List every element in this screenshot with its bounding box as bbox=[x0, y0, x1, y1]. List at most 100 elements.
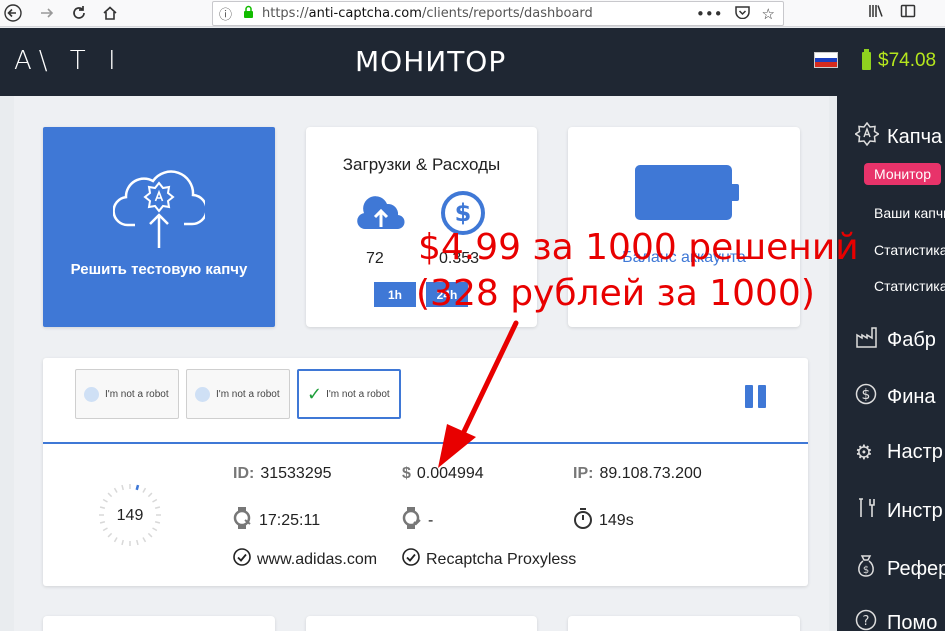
task-start-time-value: 17:25:11 bbox=[259, 511, 321, 529]
sidebar-item-referral[interactable]: $ Рефер bbox=[855, 554, 945, 584]
solve-test-captcha-card[interactable]: Решить тестовую капчу bbox=[43, 127, 275, 327]
sidebar-item-label: Капча bbox=[887, 125, 943, 148]
timer-tick bbox=[152, 498, 158, 503]
sidebar-item-label: Помо bbox=[887, 611, 938, 631]
task-ip: IP: 89.108.73.200 bbox=[573, 465, 702, 483]
task-domain-value: www.adidas.com bbox=[257, 550, 378, 568]
divider bbox=[43, 442, 808, 444]
cloud-upload-icon bbox=[356, 195, 406, 236]
captcha-option-label: I'm not a robot bbox=[326, 388, 390, 400]
annotation-line-2: (328 рублей за 1000) bbox=[416, 273, 815, 314]
lock-icon[interactable] bbox=[243, 5, 254, 22]
watch-end-icon bbox=[402, 507, 422, 534]
task-domain: www.adidas.com bbox=[233, 548, 377, 571]
timer-tick bbox=[102, 498, 108, 503]
sidebar-toggle-icon[interactable] bbox=[900, 3, 916, 22]
sidebar-item-captcha[interactable]: Капча bbox=[854, 121, 943, 152]
pause-button[interactable] bbox=[745, 385, 767, 408]
more-icon[interactable]: ••• bbox=[696, 5, 723, 23]
timer-tick bbox=[102, 527, 108, 532]
svg-text:$: $ bbox=[863, 565, 869, 576]
task-id-label: ID: bbox=[233, 465, 255, 482]
timer-tick bbox=[113, 487, 118, 493]
task-start-time: 17:25:11 bbox=[233, 507, 320, 534]
timer-tick bbox=[113, 537, 118, 543]
captcha-option-3[interactable]: ✓ I'm not a robot bbox=[297, 369, 401, 419]
checkmark-icon: ✓ bbox=[307, 383, 323, 404]
task-end-time-value: - bbox=[428, 511, 434, 529]
task-id: ID: 31533295 bbox=[233, 465, 332, 483]
home-icon[interactable] bbox=[99, 2, 121, 24]
page-title: МОНИТОР bbox=[355, 45, 507, 78]
sidebar-item-tools[interactable]: Инстр bbox=[855, 497, 943, 525]
app-header: A\ T I МОНИТОР $74.08 bbox=[0, 28, 945, 96]
reload-icon[interactable] bbox=[68, 2, 90, 24]
timer-value: 149 bbox=[116, 507, 144, 524]
arrow-right-icon[interactable] bbox=[36, 2, 58, 24]
countdown-timer: 149 bbox=[97, 482, 163, 548]
captcha-icon bbox=[854, 121, 880, 152]
sidebar-item-help[interactable]: ? Помо bbox=[855, 609, 937, 631]
sidebar-sub-your-captchas[interactable]: Ваши капчи bbox=[874, 205, 945, 221]
task-price-label: $ bbox=[402, 465, 411, 482]
battery-icon bbox=[862, 49, 871, 70]
gear-icon: ⚙ bbox=[855, 442, 873, 464]
stopwatch-icon bbox=[573, 507, 593, 534]
svg-text:?: ? bbox=[863, 614, 870, 629]
sidebar-item-factory[interactable]: Фабр bbox=[855, 326, 936, 354]
captcha-option-1[interactable]: I'm not a robot bbox=[75, 369, 179, 419]
timer-tick bbox=[152, 527, 158, 532]
captcha-option-2[interactable]: I'm not a robot bbox=[186, 369, 290, 419]
bottom-card-3 bbox=[568, 616, 800, 631]
sidebar-sub-monitor[interactable]: Монитор bbox=[864, 163, 941, 185]
russian-flag-icon[interactable] bbox=[814, 52, 838, 68]
sidebar-item-label: Настр bbox=[887, 441, 943, 463]
sidebar-item-settings[interactable]: ⚙ Настр bbox=[855, 440, 943, 465]
sidebar-item-label: Фина bbox=[887, 385, 936, 408]
battery-icon bbox=[635, 165, 739, 220]
info-icon[interactable]: ⓘ bbox=[219, 4, 237, 23]
captcha-option-label: I'm not a robot bbox=[105, 388, 169, 400]
loading-circle-icon bbox=[195, 386, 210, 402]
address-bar[interactable]: ⓘ https://anti-captcha.com/clients/repor… bbox=[212, 1, 784, 26]
timer-tick bbox=[142, 487, 147, 493]
sidebar: Капча Монитор Ваши капчи Статистика Стат… bbox=[837, 96, 945, 631]
help-icon: ? bbox=[855, 609, 879, 631]
bottom-card-1 bbox=[43, 616, 275, 631]
task-type-value: Recaptcha Proxyless bbox=[426, 550, 577, 568]
sidebar-item-label: Инстр bbox=[887, 499, 943, 522]
sidebar-item-finance[interactable]: $ Фина bbox=[855, 383, 936, 411]
task-price-value: 0.004994 bbox=[416, 465, 484, 482]
task-price: $ 0.004994 bbox=[402, 465, 484, 483]
task-ip-label: IP: bbox=[573, 465, 594, 482]
url-text: https://anti-captcha.com/clients/reports… bbox=[262, 6, 593, 21]
task-ip-value: 89.108.73.200 bbox=[599, 465, 702, 482]
timer-tick bbox=[107, 492, 113, 498]
sidebar-sub-statistics[interactable]: Статистика bbox=[874, 242, 945, 258]
solve-test-captcha-label: Решить тестовую капчу bbox=[70, 261, 248, 278]
timer-tick bbox=[121, 484, 124, 491]
referral-icon: $ bbox=[855, 554, 879, 584]
timer-tick bbox=[136, 539, 139, 546]
task-id-value: 31533295 bbox=[260, 465, 332, 482]
timer-tick bbox=[147, 492, 153, 498]
check-circle-icon bbox=[402, 548, 420, 571]
factory-icon bbox=[855, 326, 879, 354]
task-monitor-card: I'm not a robot I'm not a robot ✓ I'm no… bbox=[43, 358, 808, 586]
sidebar-item-label: Фабр bbox=[887, 328, 936, 351]
timer-tick bbox=[147, 532, 153, 538]
uploads-count: 72 bbox=[366, 250, 384, 267]
dollar-icon: $ bbox=[855, 383, 879, 411]
library-icon[interactable] bbox=[868, 3, 884, 22]
svg-text:$: $ bbox=[455, 199, 472, 227]
loading-circle-icon bbox=[84, 386, 99, 402]
header-balance[interactable]: $74.08 bbox=[862, 49, 936, 72]
tab-1h[interactable]: 1h bbox=[374, 282, 416, 307]
timer-tick bbox=[142, 537, 147, 543]
pocket-icon[interactable] bbox=[734, 5, 750, 23]
sidebar-sub-statistics-2[interactable]: Статистика bbox=[874, 278, 945, 294]
bookmark-star-icon[interactable]: ☆ bbox=[762, 5, 775, 23]
arrow-left-icon[interactable] bbox=[2, 2, 24, 24]
anti-captcha-logo[interactable]: A\ T I bbox=[14, 46, 123, 76]
task-end-time: - bbox=[402, 507, 433, 534]
